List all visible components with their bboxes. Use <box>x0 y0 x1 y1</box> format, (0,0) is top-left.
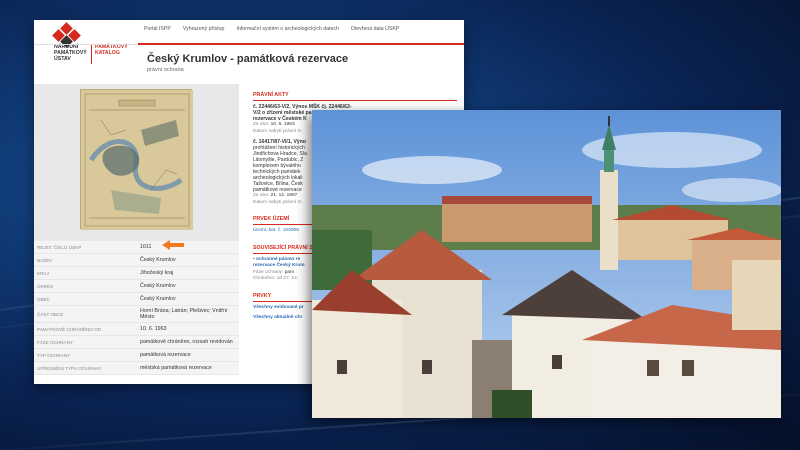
attr-label: Název <box>37 257 53 263</box>
attr-row: Okres Český Krumlov <box>34 280 239 293</box>
attr-value: Český Krumlov <box>140 283 176 289</box>
attr-value: památková rezervace <box>140 352 191 358</box>
attr-row: Typ ochrany památková rezervace <box>34 349 239 362</box>
attr-label: Okres <box>37 283 54 289</box>
logo-divider <box>91 44 92 64</box>
attr-value: Jihočeský kraj <box>140 270 174 276</box>
attr-label: Památkově chráněno od <box>37 326 101 332</box>
npu-logo-icon[interactable] <box>48 22 88 48</box>
nav-link-restricted[interactable]: Vyhrazený přístup <box>183 26 225 32</box>
town-panorama-photo <box>312 110 781 418</box>
attr-row: Kraj Jihočeský kraj <box>34 267 239 280</box>
attr-label: Fáze ochrany <box>37 339 73 345</box>
attr-row: Rejst. číslo ÚSKP 1011 <box>34 240 239 254</box>
attr-row: Upřesnění typu ochrany městská památková… <box>34 362 239 375</box>
historic-map-image[interactable] <box>80 89 193 230</box>
page-subtitle: právní ochrana <box>147 67 184 73</box>
attr-value: památkově chráněno, rozsah revidován <box>140 339 233 345</box>
attr-label: Část obce <box>37 311 64 317</box>
attr-row: Památkově chráněno od 10. 6. 1963 <box>34 323 239 336</box>
attr-label: Rejst. číslo ÚSKP <box>37 244 82 250</box>
attr-value: 10. 6. 1963 <box>140 326 167 332</box>
attr-row: Část obce Horní Brána; Latrán; Plešivec;… <box>34 306 239 323</box>
attr-label: Upřesnění typu ochrany <box>37 365 102 371</box>
header-accent-bar <box>138 43 464 45</box>
nav-link-archaeology[interactable]: Informační systém o archeologických date… <box>236 26 338 32</box>
top-navigation: Portál ISPP Vyhrazený přístup Informační… <box>144 26 399 32</box>
nav-link-open-data[interactable]: Otevřená data ÚSKP <box>351 26 399 32</box>
attr-value: 1011 <box>140 244 152 250</box>
page-title: Český Krumlov - památková rezervace <box>147 53 349 65</box>
attr-row: Fáze ochrany památkově chráněno, rozsah … <box>34 336 239 349</box>
arrow-left-icon <box>162 240 184 250</box>
map-panel <box>34 84 239 256</box>
attribute-table: Rejst. číslo ÚSKP 1011 Název Český Kruml… <box>34 240 239 375</box>
attr-label: Kraj <box>37 270 49 276</box>
attr-value: Horní Brána; Latrán; Plešivec; Vnitřní M… <box>140 308 228 320</box>
attr-value: Český Krumlov <box>140 296 176 302</box>
attr-value: Český Krumlov <box>140 257 176 263</box>
nav-link-portal[interactable]: Portál ISPP <box>144 26 171 32</box>
attr-label: Obec <box>37 296 51 302</box>
attr-value: městská památková rezervace <box>140 365 212 371</box>
attr-row: Obec Český Krumlov <box>34 293 239 306</box>
attr-label: Typ ochrany <box>37 352 71 358</box>
legal-acts-heading: Právní akty <box>253 92 457 101</box>
attr-row: Název Český Krumlov <box>34 254 239 267</box>
catalog-name[interactable]: PAMÁTKOVÝ KATALOG <box>95 44 135 56</box>
